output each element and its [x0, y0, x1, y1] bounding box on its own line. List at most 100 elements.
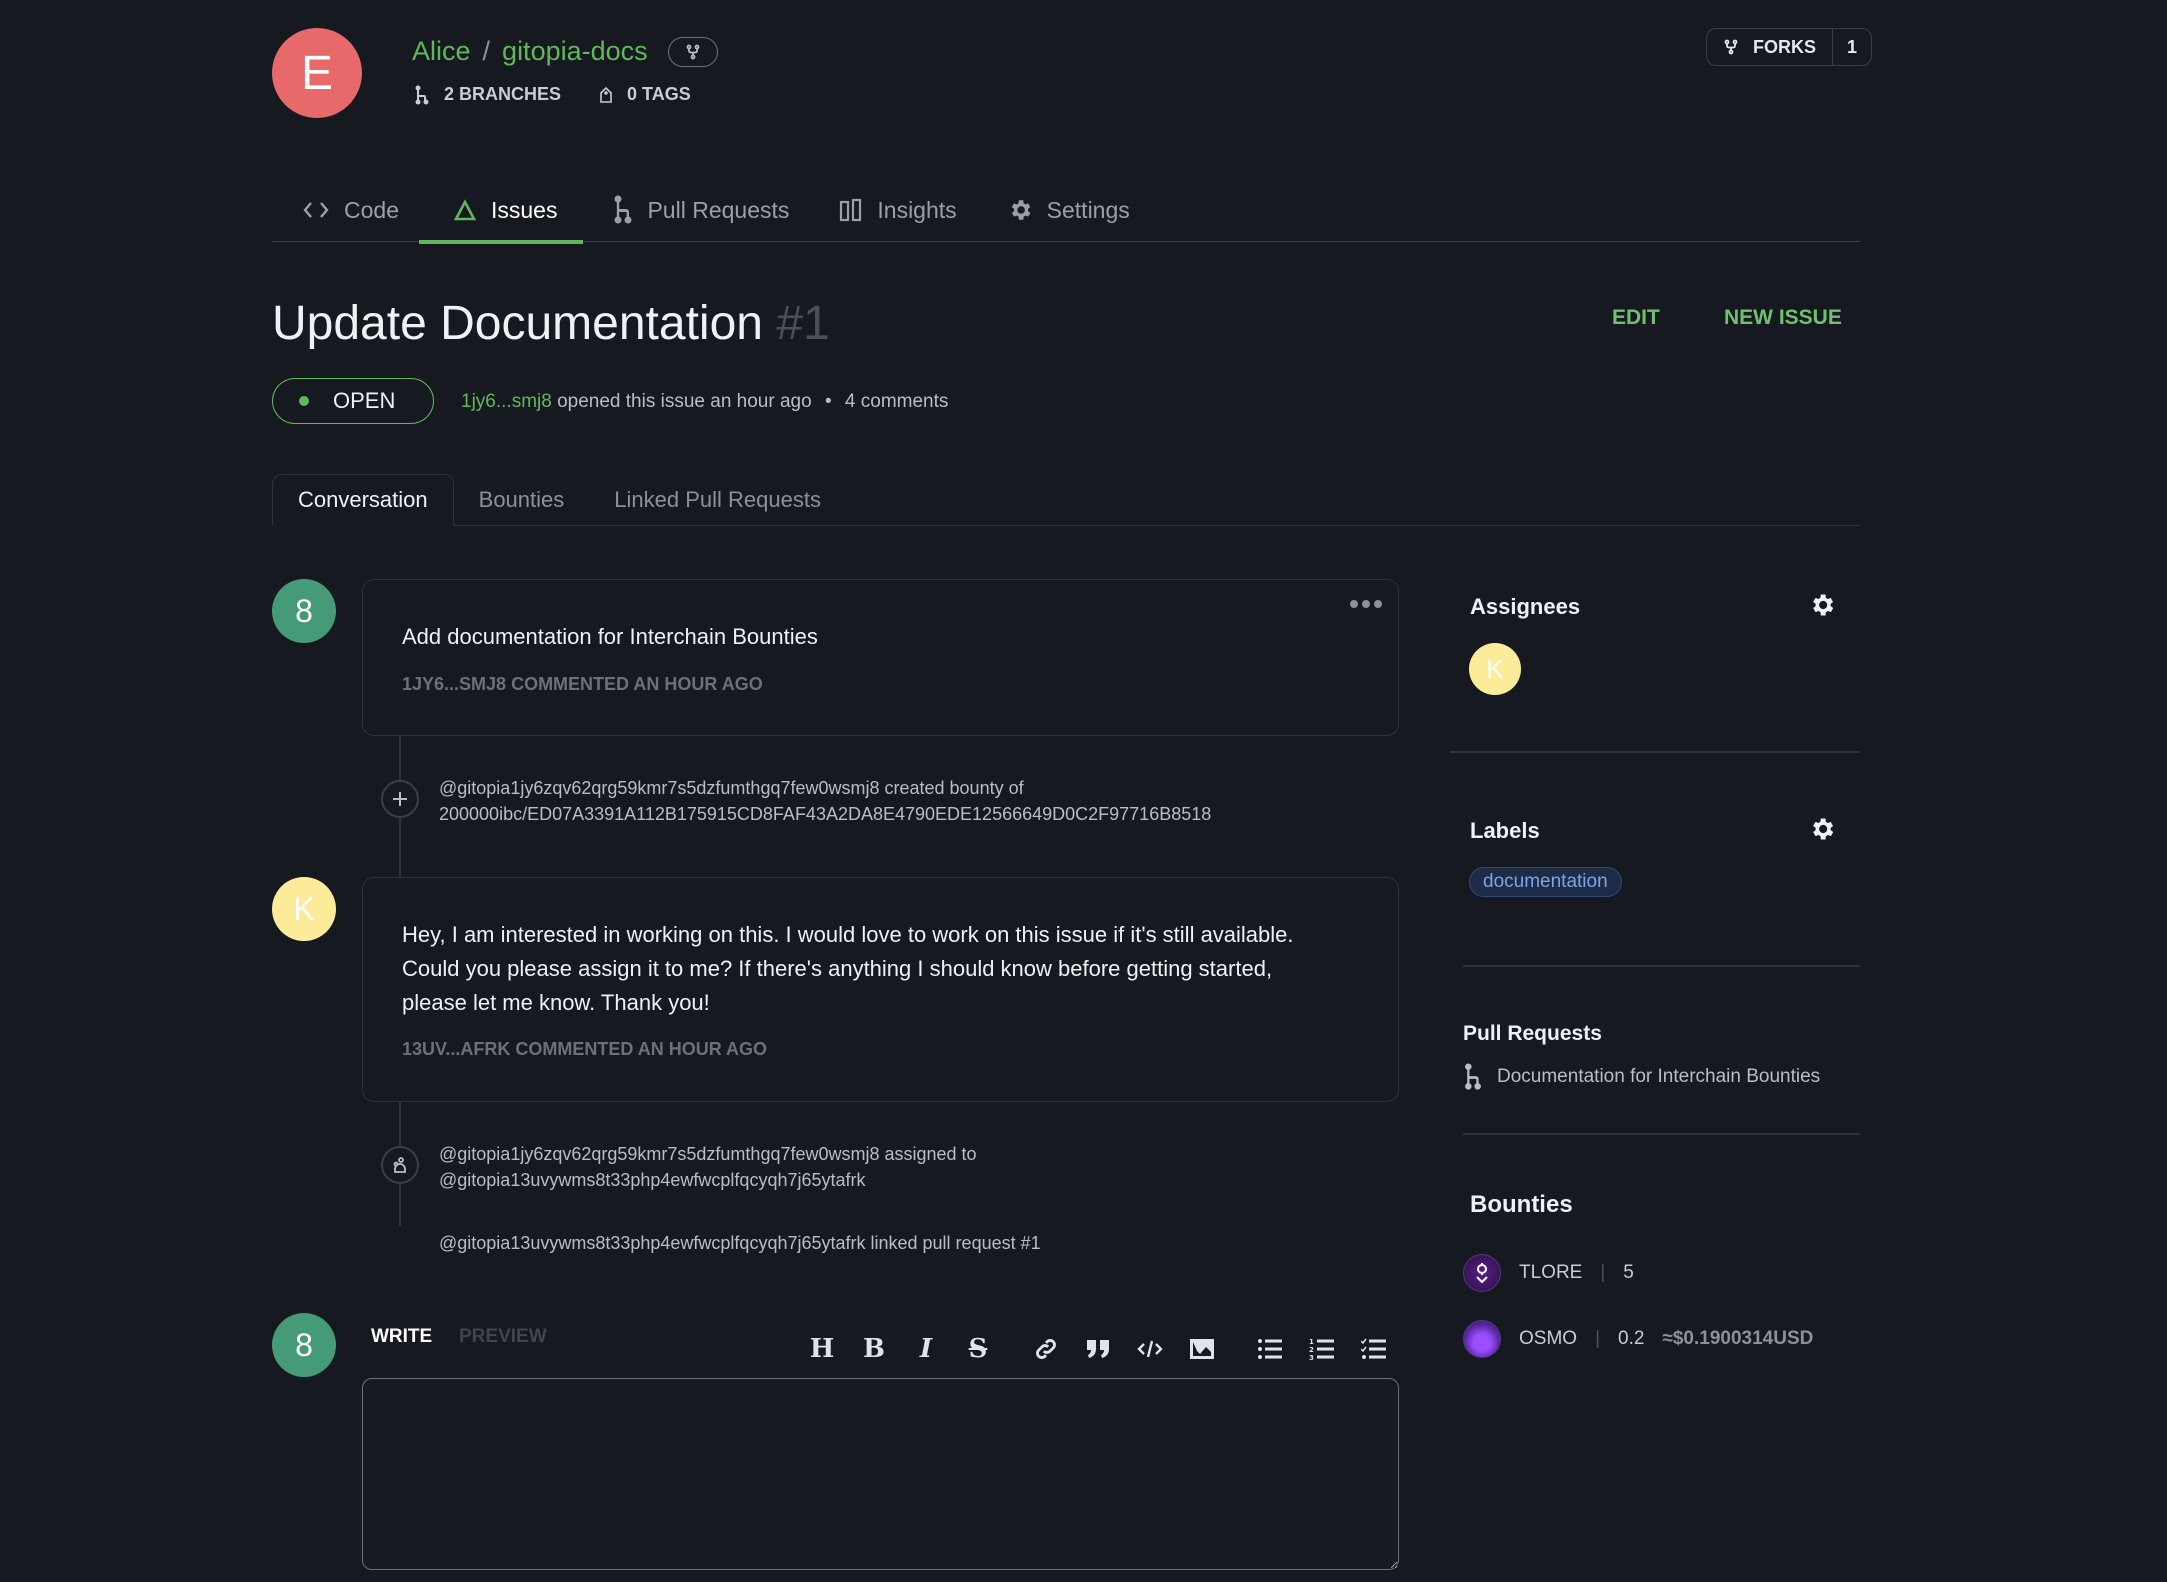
comment-meta: 1JY6...SMJ8 COMMENTED AN HOUR AGO — [402, 674, 763, 694]
issue-opened-text: opened this issue an hour ago — [557, 391, 812, 412]
comment-card: Add documentation for Interchain Bountie… — [362, 579, 1399, 736]
unordered-list-icon — [1258, 1339, 1282, 1359]
linked-pr-title: Documentation for Interchain Bounties — [1497, 1066, 1821, 1087]
task-list-icon — [1361, 1338, 1386, 1359]
issue-subtabs: Conversation Bounties Linked Pull Reques… — [272, 474, 1860, 526]
avatar-letter: K — [1486, 653, 1504, 684]
bold-button[interactable]: B — [848, 1334, 900, 1364]
unordered-list-button[interactable] — [1244, 1338, 1296, 1360]
bounty-amount: 5 — [1623, 1262, 1634, 1283]
svg-text:2: 2 — [1309, 1346, 1314, 1354]
new-issue-button[interactable]: NEW ISSUE — [1724, 306, 1842, 330]
preview-tab[interactable]: PREVIEW — [459, 1326, 547, 1348]
subtab-conversation[interactable]: Conversation — [272, 474, 454, 526]
tab-insights-label: Insights — [877, 196, 957, 223]
event-icon-wrap — [381, 780, 419, 818]
comment-body: Hey, I am interested in working on this.… — [402, 918, 1294, 1020]
labels-settings-button[interactable] — [1808, 815, 1836, 848]
tags-count: 0 TAGS — [627, 84, 691, 104]
code-button[interactable] — [1124, 1339, 1176, 1359]
image-button[interactable] — [1176, 1338, 1228, 1360]
comment-line: please let me know. Thank you! — [402, 990, 710, 1015]
quote-icon — [1087, 1340, 1109, 1358]
subtab-bounties[interactable]: Bounties — [454, 474, 590, 526]
bounty-row: OSMO | 0.2 ≈$0.1900314USD — [1463, 1320, 1813, 1358]
comment-card: Hey, I am interested in working on this.… — [362, 877, 1399, 1102]
gear-icon — [1011, 200, 1031, 220]
ordered-list-icon: 123 — [1309, 1338, 1334, 1360]
assignees-title: Assignees — [1470, 594, 1581, 619]
repo-owner-link[interactable]: Alice — [412, 36, 471, 67]
strikethrough-icon: S — [968, 1334, 988, 1364]
bounty-amount: 0.2 — [1618, 1328, 1645, 1349]
labels-title: Labels — [1470, 818, 1540, 843]
code-icon — [1137, 1340, 1163, 1358]
dot — [1374, 600, 1382, 608]
fork-chip[interactable] — [667, 36, 718, 67]
tab-issues[interactable]: Issues — [418, 178, 584, 244]
sidebar-divider — [1463, 1133, 1860, 1135]
pull-request-icon — [614, 195, 632, 224]
assign-event-line1: @gitopia1jy6zqv62qrg59kmr7s5dzfumthgq7fe… — [439, 1144, 977, 1164]
link-icon — [1036, 1339, 1056, 1359]
tag-icon — [600, 86, 612, 103]
write-tab[interactable]: WRITE — [371, 1326, 432, 1348]
edit-button[interactable]: EDIT — [1612, 306, 1660, 330]
tab-code-label: Code — [344, 196, 399, 223]
sidebar-divider — [1463, 965, 1860, 967]
avatar-letter: 8 — [295, 592, 313, 629]
bounties-title: Bounties — [1470, 1191, 1573, 1218]
subtab-linked-pull-requests[interactable]: Linked Pull Requests — [589, 474, 846, 526]
issue-number: #1 — [776, 297, 830, 350]
dot — [1362, 600, 1370, 608]
issue-author-link[interactable]: 1jy6...smj8 — [461, 391, 552, 412]
italic-button[interactable]: I — [900, 1334, 952, 1364]
repo-breadcrumb: Alice / gitopia-docs — [412, 36, 718, 67]
heading-button[interactable]: H — [796, 1334, 848, 1364]
issue-meta: 1jy6...smj8 opened this issue an hour ag… — [461, 391, 948, 413]
issue-title-text: Update Documentation — [272, 297, 763, 350]
tab-pull-requests-label: Pull Requests — [647, 196, 790, 223]
tab-settings-label: Settings — [1046, 196, 1130, 223]
repo-name-link[interactable]: gitopia-docs — [502, 36, 648, 67]
tab-code[interactable]: Code — [272, 178, 419, 242]
bounty-event-line2: 200000ibc/ED07A3391A112B175915CD8FAF43A2… — [439, 804, 1212, 824]
quote-button[interactable] — [1072, 1337, 1124, 1361]
assignee-avatar[interactable]: K — [1469, 643, 1521, 695]
linked-pr-item[interactable]: Documentation for Interchain Bounties — [1463, 1063, 1820, 1091]
repo-avatar-letter: E — [300, 46, 333, 100]
avatar-letter: 8 — [295, 1326, 313, 1363]
issue-title: Update Documentation #1 — [272, 296, 830, 351]
bold-icon: B — [863, 1334, 885, 1364]
comment-editor[interactable] — [362, 1378, 1399, 1570]
label-chip[interactable]: documentation — [1469, 867, 1622, 897]
tab-insights[interactable]: Insights — [809, 178, 976, 242]
fork-icon — [1724, 39, 1738, 55]
strikethrough-button[interactable]: S — [952, 1334, 1004, 1364]
breadcrumb-separator: / — [482, 36, 491, 66]
forks-count: 1 — [1847, 36, 1858, 57]
code-icon — [303, 202, 329, 218]
comment-line: Could you please assign it to me? If the… — [402, 956, 1273, 981]
branches-link[interactable]: 2 BRANCHES — [414, 84, 561, 105]
more-options-button[interactable] — [1350, 600, 1382, 608]
tab-pull-requests[interactable]: Pull Requests — [583, 178, 809, 242]
assignees-settings-button[interactable] — [1808, 591, 1836, 624]
tags-link[interactable]: 0 TAGS — [599, 84, 691, 105]
tab-settings[interactable]: Settings — [977, 178, 1150, 242]
comment-avatar: 8 — [272, 579, 336, 643]
forks-button[interactable]: FORKS 1 — [1706, 28, 1873, 66]
tab-issues-label: Issues — [490, 196, 558, 223]
heading-icon: H — [809, 1334, 835, 1364]
svg-text:1: 1 — [1309, 1338, 1314, 1346]
ordered-list-button[interactable]: 123 — [1296, 1338, 1348, 1360]
task-list-button[interactable] — [1348, 1338, 1400, 1360]
avatar-letter: K — [293, 890, 315, 927]
bounty-token: TLORE — [1519, 1262, 1583, 1283]
editor-avatar: 8 — [272, 1313, 336, 1377]
insights-icon — [840, 198, 862, 222]
link-button[interactable] — [1020, 1336, 1072, 1362]
assign-event: @gitopia1jy6zqv62qrg59kmr7s5dzfumthgq7fe… — [439, 1141, 977, 1193]
event-icon-wrap — [381, 1146, 419, 1184]
comment-body: Add documentation for Interchain Bountie… — [402, 624, 818, 649]
